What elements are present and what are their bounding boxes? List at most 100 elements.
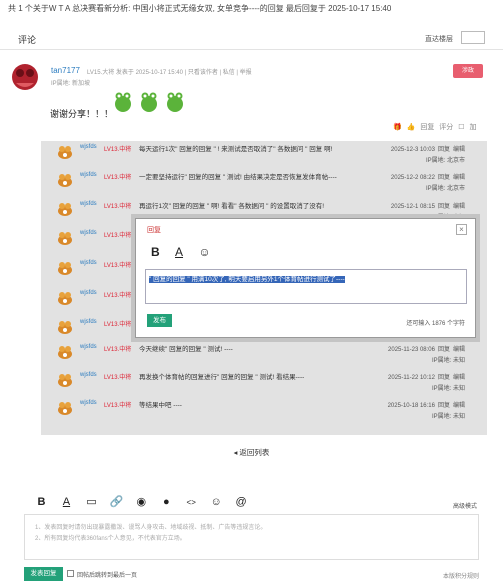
reply-level: LV13.中将 — [104, 403, 132, 409]
gift-icon[interactable]: 🎁 — [393, 124, 402, 131]
avatar[interactable] — [56, 229, 74, 247]
add-checkbox[interactable]: ☐ — [458, 124, 464, 131]
reply-username[interactable]: wjsfds — [80, 372, 97, 378]
back-to-list-link[interactable]: ◂ 返回列表 — [0, 447, 503, 458]
edit-link[interactable]: 编辑 — [453, 403, 465, 409]
dialog-send-button[interactable]: 发布 — [147, 314, 172, 327]
edit-link[interactable]: 编辑 — [453, 204, 465, 210]
add-label: 加 — [469, 124, 477, 131]
report-button[interactable]: 涉政 — [453, 64, 483, 78]
reply-link[interactable]: 回复 — [438, 375, 450, 381]
avatar[interactable] — [11, 63, 39, 91]
avatar[interactable] — [56, 399, 74, 417]
avatar[interactable] — [56, 371, 74, 389]
reply-username[interactable]: wjsfds — [80, 400, 97, 406]
reply-text: 等结果中吧 ---- — [139, 402, 182, 409]
avatar[interactable] — [56, 318, 74, 336]
reply-level: LV13.中将 — [104, 347, 132, 353]
code-icon[interactable]: <> — [180, 498, 203, 507]
post-username[interactable]: tan7177 — [51, 66, 80, 75]
reply-row: wjsfds LV13.中将 等结果中吧 ---- 2025-10-18 16:16 回… — [41, 397, 487, 427]
editor-hint-1: 1、发表回复时请勿出现暴露撒泼、谩骂人身攻击、地域歧视、抵制、广告等违规言论。 — [35, 525, 267, 531]
reply-editor: B A ▭ 🔗 ◉ ● <> ☺ @ 高级模式 1、发表回复时请勿出现暴露撒泼、… — [24, 488, 479, 560]
reply-row: wjsfds LV13.中将 再发换个体育帖的回复进行" 回复的回复 " 测试! 看… — [41, 369, 487, 399]
reply-username[interactable]: wjsfds — [80, 344, 97, 350]
reply-time: 2025-10-18 16:16 — [387, 403, 435, 409]
font-color-button[interactable]: A — [175, 245, 183, 259]
bold-button[interactable]: B — [30, 496, 53, 508]
reply-link[interactable]: 回复 — [438, 175, 450, 181]
reply-level: LV13.中将 — [104, 175, 132, 181]
reply-text: 一定要坚持运行" 回复的回复 " 测试! 由结果决定是否恢复发体育帖---- — [139, 174, 337, 181]
reply-ip: IP属地: 未知 — [431, 386, 465, 392]
char-counter: 还可输入 1876 个字符 — [406, 321, 465, 327]
reply-time-row: 2025-10-18 16:16 回复 编辑 — [385, 400, 465, 409]
frog-emoji-icon — [166, 92, 183, 112]
reply-time-row: 2025-11-22 10:12 回复 编辑 — [385, 372, 465, 381]
edit-link[interactable]: 编辑 — [453, 375, 465, 381]
reply-link[interactable]: 回复 — [438, 403, 450, 409]
post-ip-location: IP属地: 新加坡 — [51, 81, 91, 87]
back-label: 返回列表 — [239, 448, 270, 457]
reply-username[interactable]: wjsfds — [80, 319, 97, 325]
avatar[interactable] — [56, 143, 74, 161]
reply-time: 2025-11-23 08:06 — [388, 347, 435, 353]
reply-time: 2025-12-3 10:03 — [390, 147, 435, 153]
reply-time-row: 2025-11-23 08:06 回复 编辑 — [385, 344, 465, 353]
points-rules-link[interactable]: 本版积分规则 — [443, 571, 479, 580]
reply-text: 今天继续" 回复的回复 " 测试! ---- — [139, 346, 233, 353]
reply-link[interactable]: 回复 — [438, 147, 450, 153]
reply-link[interactable]: 回复 — [438, 347, 450, 353]
dialog-toolbar: B A ☺ — [151, 245, 223, 259]
emoji-icon[interactable]: ● — [155, 496, 178, 508]
reply-level: LV13.中将 — [104, 375, 132, 381]
edit-link[interactable]: 编辑 — [453, 175, 465, 181]
smiley-icon[interactable]: ☺ — [205, 496, 228, 508]
reply-username[interactable]: wjsfds — [80, 230, 97, 236]
comments-title: 评论 — [18, 35, 37, 45]
media-icon[interactable]: ◉ — [130, 495, 153, 508]
jump-last-checkbox[interactable] — [67, 570, 74, 577]
avatar[interactable] — [56, 200, 74, 218]
reply-username[interactable]: wjsfds — [80, 290, 97, 296]
bold-button[interactable]: B — [151, 245, 160, 259]
image-icon[interactable]: ▭ — [80, 495, 103, 508]
dialog-editor[interactable]: " 回复的回复 " 用满10次了, 明天要启用另外1个体育帖进行测试了---- — [145, 269, 467, 304]
reply-ip: IP属地: 北京市 — [425, 186, 465, 192]
post-meta: LV15.大将 发表于 2025-10-17 15:40 | 只看该作者 | 私… — [87, 70, 252, 76]
reply-time: 2025-11-22 10:12 — [388, 375, 435, 381]
avatar[interactable] — [56, 289, 74, 307]
reply-ip: IP属地: 未知 — [431, 414, 465, 420]
edit-link[interactable]: 编辑 — [453, 147, 465, 153]
advanced-mode-link[interactable]: 高级模式 — [453, 501, 477, 510]
reply-link[interactable]: 回复 — [420, 124, 434, 131]
jump-floor-label: 直达楼层 — [425, 36, 453, 43]
like-icon[interactable]: 👍 — [407, 124, 416, 131]
avatar[interactable] — [56, 171, 74, 189]
jump-last-label: 回帖后跳转到最后一页 — [77, 573, 138, 579]
font-color-button[interactable]: A — [55, 496, 78, 508]
reply-link[interactable]: 回复 — [438, 204, 450, 210]
close-icon[interactable]: × — [456, 224, 467, 235]
reply-time-row: 2025-12-3 10:03 回复 编辑 — [388, 144, 465, 153]
mention-icon[interactable]: @ — [230, 496, 253, 508]
reply-username[interactable]: wjsfds — [80, 144, 97, 150]
jump-floor-input[interactable] — [461, 31, 485, 44]
reply-username[interactable]: wjsfds — [80, 172, 97, 178]
reply-username[interactable]: wjsfds — [80, 201, 97, 207]
reply-dialog: 回复 × B A ☺ " 回复的回复 " 用满10次了, 明天要启用另外1个体育… — [135, 218, 476, 338]
edit-link[interactable]: 编辑 — [453, 347, 465, 353]
rate-link[interactable]: 评分 — [439, 124, 453, 131]
emoji-row — [113, 89, 189, 115]
smiley-icon[interactable]: ☺ — [198, 245, 210, 259]
link-icon[interactable]: 🔗 — [105, 495, 128, 508]
avatar[interactable] — [56, 259, 74, 277]
reply-time: 2025-12-1 08:15 — [390, 204, 435, 210]
reply-level: LV13.中将 — [104, 263, 132, 269]
reply-textarea[interactable]: 1、发表回复时请勿出现暴露撒泼、谩骂人身攻击、地域歧视、抵制、广告等违规言论。 … — [24, 514, 479, 560]
reply-username[interactable]: wjsfds — [80, 260, 97, 266]
editor-hint-2: 2、所有回复均代表360fans个人意见，不代表官方立场。 — [35, 536, 186, 542]
submit-reply-button[interactable]: 发表回复 — [24, 567, 63, 581]
frog-emoji-icon — [140, 92, 157, 112]
avatar[interactable] — [56, 343, 74, 361]
